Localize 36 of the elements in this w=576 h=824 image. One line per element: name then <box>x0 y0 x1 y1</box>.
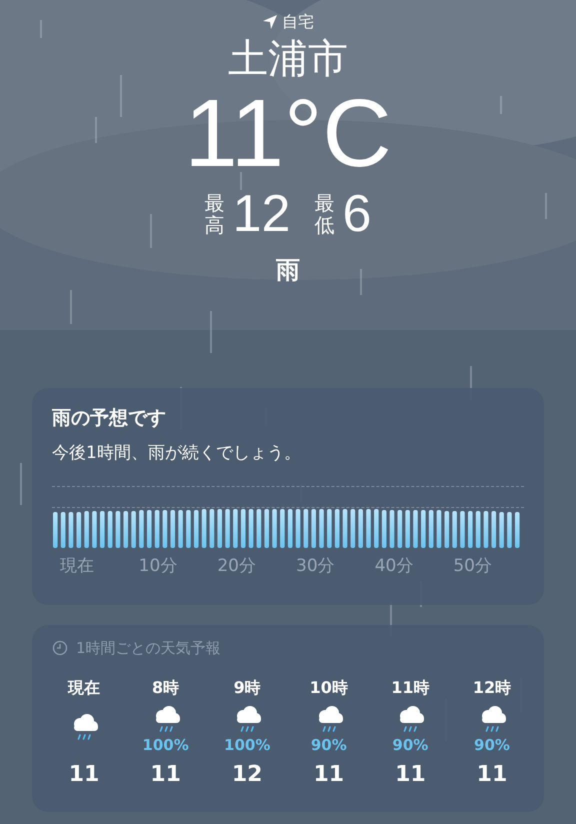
precipitation-chance: 90% <box>474 734 510 754</box>
hour-label: 現在 <box>68 676 100 698</box>
current-temperature: 11°C <box>184 84 392 184</box>
hour-temperature: 11 <box>476 760 508 788</box>
high-label: 最高 <box>204 192 225 236</box>
clock-icon <box>52 640 68 656</box>
city-name: 土浦市 <box>228 35 348 84</box>
axis-label: 40分 <box>374 555 414 578</box>
hour-label: 11時 <box>391 676 430 698</box>
axis-label: 20分 <box>216 555 257 578</box>
high-temperature: 12 <box>232 188 290 240</box>
hour-temperature: 11 <box>68 760 100 788</box>
low-temperature: 6 <box>342 188 372 240</box>
axis-label: 30分 <box>295 555 336 578</box>
axis-label: 現在 <box>59 555 95 578</box>
condition-label: 雨 <box>276 255 300 286</box>
precipitation-chance: 100% <box>142 734 189 754</box>
low-label: 最低 <box>314 192 334 236</box>
card-summary: 今後1時間、雨が続くでしょう。 <box>52 442 302 464</box>
hour-temperature: 11 <box>313 760 344 788</box>
precipitation-chance: 90% <box>310 734 347 754</box>
location-label: 自宅 <box>282 11 314 33</box>
hour-temperature: 11 <box>150 760 181 788</box>
hour-temperature: 11 <box>395 760 426 788</box>
precipitation-chance: 100% <box>224 734 270 754</box>
hour-temperature: 12 <box>232 760 262 788</box>
card-title: 1時間ごとの天気予報 <box>76 638 221 659</box>
hour-label: 8時 <box>152 676 180 698</box>
axis-label: 50分 <box>452 555 493 578</box>
precipitation-chance: 90% <box>392 734 428 754</box>
hour-label: 10時 <box>310 676 348 698</box>
hour-label: 12時 <box>472 676 512 698</box>
card-title: 雨の予想です <box>52 406 167 431</box>
location-arrow-icon <box>262 14 278 30</box>
hour-label: 9時 <box>234 676 261 698</box>
axis-label: 10分 <box>138 555 178 578</box>
